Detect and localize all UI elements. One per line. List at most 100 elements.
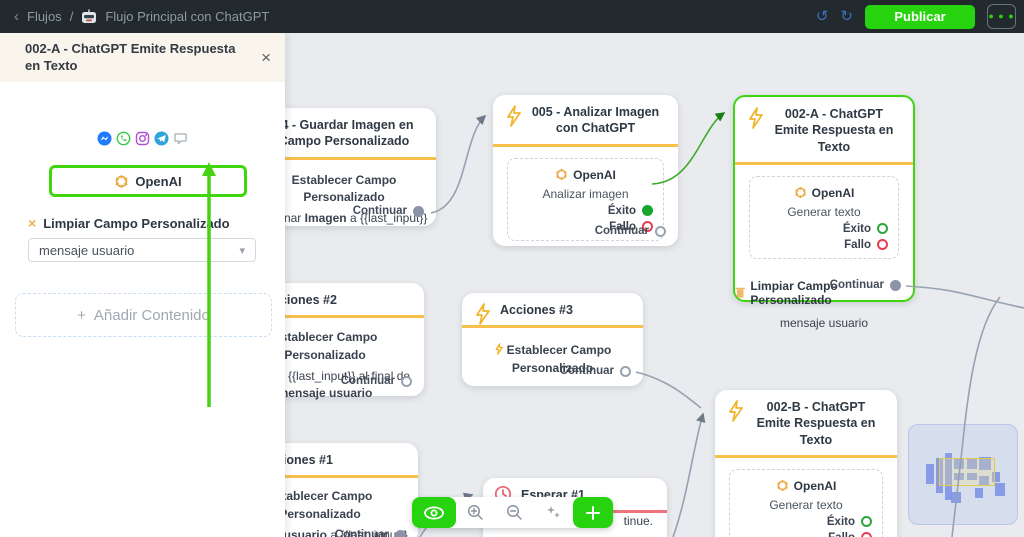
remove-icon[interactable]: × (28, 215, 36, 231)
sparkles-icon (547, 506, 560, 518)
add-content-label: Añadir Contenido (93, 306, 210, 324)
fail-port[interactable] (877, 239, 888, 251)
category-underline (462, 325, 643, 329)
eye-icon (424, 506, 444, 519)
top-bar: ‹ Flujos / Flujo Principal con ChatGPT ↺… (0, 0, 1024, 33)
success-label: Éxito (842, 222, 871, 235)
success-port[interactable] (877, 223, 888, 235)
fail-label: Fallo (828, 532, 855, 537)
action-label: Analizar imagen (542, 186, 629, 201)
continue-label: Continuar (340, 375, 395, 387)
channel-icons (0, 131, 285, 146)
clear-field-row: × Limpiar Campo Personalizado (28, 215, 230, 231)
action-label: Generar texto (787, 204, 861, 219)
success-label: Éxito (826, 515, 855, 528)
node-analizar-imagen[interactable]: 005 - Analizar Imagen con ChatGPT OpenAI… (493, 95, 678, 246)
minimap-node (975, 488, 983, 498)
fail-port[interactable] (861, 532, 872, 537)
success-port[interactable] (861, 516, 872, 528)
action-label: Generar texto (769, 497, 843, 512)
trash-icon (735, 288, 745, 298)
zoom-out-button[interactable] (495, 504, 534, 521)
app-action-box[interactable]: OpenAI Generar texto Éxito Fallo (729, 468, 883, 537)
openai-icon (115, 174, 129, 188)
field-dropdown-value: mensaje usuario (39, 242, 135, 258)
continue-label: Continuar (334, 529, 389, 537)
app-action-box[interactable]: OpenAI Generar texto Éxito Fallo (749, 175, 899, 259)
openai-icon (776, 480, 788, 492)
sms-icon[interactable] (173, 131, 188, 146)
category-underline (735, 161, 913, 165)
openai-icon (794, 187, 806, 199)
continue-label: Continuar (594, 225, 649, 237)
node-acciones-3[interactable]: Acciones #3 Establecer Campo Personaliza… (462, 293, 643, 386)
minimap-node (926, 464, 934, 484)
continue-port[interactable] (395, 529, 406, 537)
field-dropdown[interactable]: mensaje usuario ▾ (28, 238, 256, 262)
instagram-icon[interactable] (135, 131, 150, 146)
breadcrumb-flows-link[interactable]: Flujos (27, 9, 62, 24)
undo-icon[interactable]: ↺ (816, 9, 829, 24)
plus-icon (586, 505, 600, 520)
continue-port[interactable] (413, 205, 424, 217)
clear-field-label: Limpiar Campo Personalizado (43, 215, 230, 231)
zoom-in-button[interactable] (456, 504, 495, 521)
panel-header: 002-A - ChatGPT Emite Respuesta en Texto… (0, 33, 285, 82)
openai-icon (556, 168, 567, 181)
zoom-in-icon (467, 504, 483, 520)
continue-label: Continuar (829, 279, 884, 291)
continue-label: Continuar (352, 205, 407, 217)
continue-label: Continuar (559, 365, 614, 377)
flow-title: Flujo Principal con ChatGPT (105, 9, 270, 24)
continue-port[interactable] (401, 375, 412, 387)
lightning-icon (729, 400, 743, 422)
redo-icon[interactable]: ↻ (840, 9, 853, 24)
minimap-node (951, 492, 961, 503)
more-options-button[interactable]: ● ● ● (987, 4, 1016, 29)
category-underline (715, 454, 897, 458)
app-label: OpenAI (573, 167, 616, 182)
back-chevron-icon[interactable]: ‹ (14, 8, 19, 25)
lightning-icon (476, 303, 490, 325)
add-node-button[interactable] (573, 497, 613, 528)
breadcrumb-separator: / (69, 9, 74, 24)
category-underline (493, 143, 678, 147)
messenger-icon[interactable] (97, 131, 112, 146)
app-label: OpenAI (811, 185, 855, 200)
publish-button[interactable]: Publicar (865, 4, 975, 29)
continue-port[interactable] (655, 225, 666, 237)
minimap-viewport[interactable] (939, 458, 995, 486)
zoom-out-icon (506, 504, 522, 520)
highlight-arrow (202, 162, 216, 407)
minimap-node (995, 483, 1005, 496)
continue-port[interactable] (620, 365, 631, 377)
success-label: Éxito (607, 204, 636, 217)
panel-title: 002-A - ChatGPT Emite Respuesta en Texto (25, 40, 236, 73)
fail-label: Fallo (844, 238, 871, 251)
telegram-icon[interactable] (154, 131, 169, 146)
continue-port[interactable] (890, 279, 901, 291)
field-value: mensaje usuario (779, 315, 869, 330)
add-content-button[interactable]: + Añadir Contenido (15, 293, 272, 337)
canvas-toolbar (412, 497, 613, 528)
bot-avatar-icon (82, 9, 97, 23)
openai-app-button[interactable]: OpenAI (49, 165, 247, 197)
node-respuesta-b[interactable]: 002-B - ChatGPT Emite Respuesta en Texto… (715, 390, 897, 537)
auto-layout-button[interactable] (534, 504, 573, 521)
node-respuesta-a[interactable]: 002-A - ChatGPT Emite Respuesta en Texto… (733, 95, 915, 330)
success-port[interactable] (642, 205, 653, 216)
lightning-icon (495, 343, 503, 356)
chevron-down-icon: ▾ (239, 244, 245, 257)
node-config-panel: 002-A - ChatGPT Emite Respuesta en Texto… (0, 33, 285, 537)
flow-builder-app: 04 - Guardar Imagen en Campo Personaliza… (0, 0, 1024, 537)
minimap[interactable] (908, 424, 1018, 525)
node-action-detail: tinue. (623, 514, 653, 528)
lightning-icon (749, 107, 763, 129)
app-label: OpenAI (793, 478, 837, 493)
lightning-icon (507, 105, 521, 127)
whatsapp-icon[interactable] (116, 131, 131, 146)
breadcrumb: ‹ Flujos / Flujo Principal con ChatGPT (0, 8, 269, 25)
preview-button[interactable] (412, 497, 456, 528)
close-icon[interactable]: × (261, 48, 271, 68)
openai-button-label: OpenAI (135, 173, 182, 189)
